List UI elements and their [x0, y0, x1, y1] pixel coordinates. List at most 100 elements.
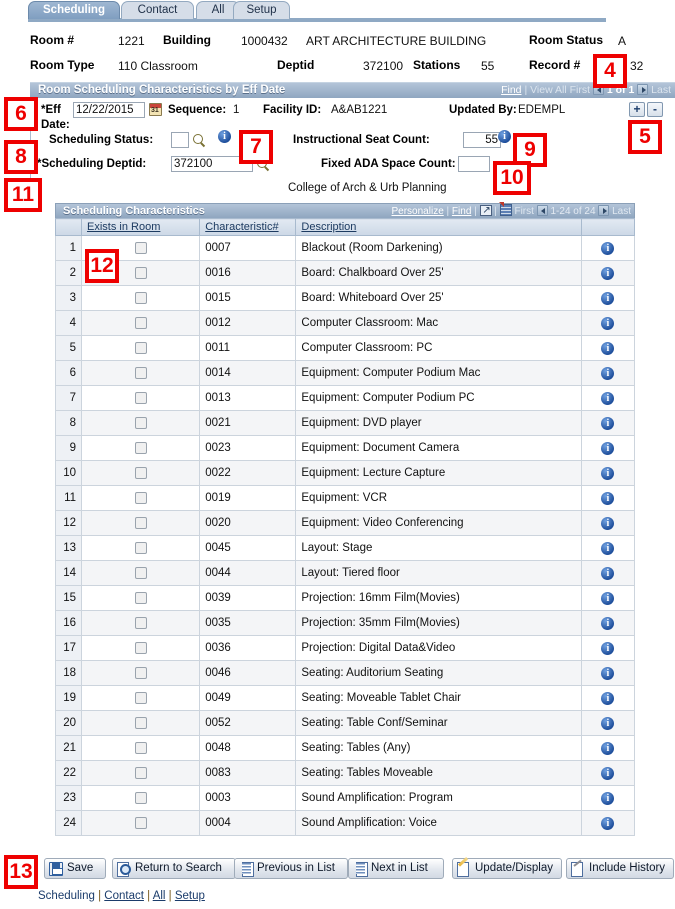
info-icon[interactable] — [601, 291, 615, 305]
exists-in-room-checkbox[interactable] — [134, 616, 147, 629]
seat-count-info-icon[interactable] — [498, 130, 511, 143]
section-view-all-link[interactable]: View All — [530, 84, 567, 96]
return-to-search-button[interactable]: Return to Search — [112, 858, 236, 879]
exists-in-room-checkbox[interactable] — [134, 491, 147, 504]
eff-date-input[interactable] — [73, 102, 145, 118]
info-icon[interactable] — [601, 791, 615, 805]
info-icon[interactable] — [601, 716, 615, 730]
exists-in-room-checkbox[interactable] — [134, 291, 147, 304]
info-icon[interactable] — [601, 816, 615, 830]
col-description-link[interactable]: Description — [301, 221, 356, 233]
add-row-button[interactable]: + — [629, 102, 645, 117]
info-icon[interactable] — [601, 441, 615, 455]
info-icon[interactable] — [601, 466, 615, 480]
exists-in-room-checkbox[interactable] — [134, 791, 147, 804]
exists-in-room-checkbox[interactable] — [134, 341, 147, 354]
scheduling-status-info-icon[interactable] — [218, 130, 231, 143]
include-history-button[interactable]: Include History — [566, 858, 674, 879]
exists-in-room-checkbox[interactable] — [134, 316, 147, 329]
exists-in-room-checkbox[interactable] — [134, 541, 147, 554]
expand-grid-icon[interactable] — [479, 203, 493, 218]
exists-in-room-checkbox[interactable] — [134, 566, 147, 579]
grid-next-arrow-icon[interactable] — [598, 205, 610, 216]
info-icon[interactable] — [601, 241, 615, 255]
next-in-list-button[interactable]: Next in List — [348, 858, 444, 879]
save-button[interactable]: Save — [44, 858, 106, 879]
info-icon[interactable] — [601, 541, 615, 555]
info-icon[interactable] — [601, 266, 615, 280]
info-icon[interactable] — [601, 566, 615, 580]
exists-in-room-checkbox[interactable] — [134, 391, 147, 404]
exists-in-room-checkbox[interactable] — [134, 816, 147, 829]
grid-prev-arrow-icon[interactable] — [536, 205, 548, 216]
footer-link-setup[interactable]: Setup — [175, 890, 205, 902]
section-find-link[interactable]: Find — [501, 84, 521, 96]
info-icon[interactable] — [601, 766, 615, 780]
section-first-label[interactable]: First — [570, 84, 590, 96]
tab-contact[interactable]: Contact — [121, 1, 194, 19]
info-icon[interactable] — [601, 516, 615, 530]
download-spreadsheet-icon[interactable] — [498, 202, 512, 216]
info-icon[interactable] — [601, 491, 615, 505]
grid-first-label[interactable]: First — [514, 206, 533, 217]
characteristic-number: 0021 — [199, 410, 297, 436]
info-icon[interactable] — [601, 741, 615, 755]
info-icon[interactable] — [601, 616, 615, 630]
deptid-label: Deptid — [277, 58, 315, 72]
table-row: 4 0012 Computer Classroom: Mac — [54, 310, 636, 336]
section-next-arrow-icon[interactable] — [637, 84, 649, 95]
info-icon[interactable] — [601, 366, 615, 380]
tab-scheduling[interactable]: Scheduling — [28, 1, 120, 19]
grid-find-link[interactable]: Find — [452, 206, 471, 217]
calendar-icon[interactable] — [149, 103, 162, 116]
tab-setup[interactable]: Setup — [233, 1, 290, 19]
exists-in-room-checkbox[interactable] — [134, 366, 147, 379]
info-icon[interactable] — [601, 666, 615, 680]
exists-in-room-checkbox[interactable] — [134, 441, 147, 454]
exists-in-room-cell — [81, 685, 201, 711]
exists-in-room-checkbox[interactable] — [134, 266, 147, 279]
exists-in-room-checkbox[interactable] — [134, 741, 147, 754]
exists-in-room-checkbox[interactable] — [134, 641, 147, 654]
col-exists-in-room-link[interactable]: Exists in Room — [87, 221, 160, 233]
update-display-button[interactable]: Update/Display — [452, 858, 562, 879]
characteristic-description: Seating: Table Conf/Seminar — [295, 710, 582, 736]
info-icon[interactable] — [601, 691, 615, 705]
exists-in-room-cell — [81, 585, 201, 611]
info-icon[interactable] — [601, 341, 615, 355]
scheduling-status-input[interactable] — [171, 132, 189, 148]
exists-in-room-checkbox[interactable] — [134, 516, 147, 529]
fixed-ada-space-count-input[interactable] — [458, 156, 490, 172]
info-icon[interactable] — [601, 316, 615, 330]
instructional-seat-count-input[interactable] — [463, 132, 501, 148]
section-last-label[interactable]: Last — [651, 84, 671, 96]
exists-in-room-checkbox[interactable] — [134, 691, 147, 704]
info-icon[interactable] — [601, 591, 615, 605]
exists-in-room-checkbox[interactable] — [134, 766, 147, 779]
exists-in-room-checkbox[interactable] — [134, 591, 147, 604]
grid-personalize-link[interactable]: Personalize — [392, 206, 444, 217]
scheduling-status-lookup-icon[interactable] — [192, 133, 206, 147]
footer-link-all[interactable]: All — [153, 890, 166, 902]
exists-in-room-checkbox[interactable] — [134, 666, 147, 679]
footer-link-contact[interactable]: Contact — [104, 890, 144, 902]
grid-last-label[interactable]: Last — [612, 206, 631, 217]
annotation-callout-8: 8 — [4, 140, 38, 174]
exists-in-room-checkbox[interactable] — [134, 241, 147, 254]
exists-in-room-checkbox[interactable] — [134, 466, 147, 479]
row-number: 21 — [54, 735, 83, 761]
info-icon[interactable] — [601, 391, 615, 405]
exists-in-room-cell — [81, 435, 201, 461]
characteristic-number: 0014 — [199, 360, 297, 386]
exists-in-room-checkbox[interactable] — [134, 416, 147, 429]
info-icon[interactable] — [601, 416, 615, 430]
previous-in-list-button[interactable]: Previous in List — [234, 858, 348, 879]
updated-by-value: EDEMPL — [518, 104, 566, 116]
exists-in-room-checkbox[interactable] — [134, 716, 147, 729]
col-characteristic-link[interactable]: Characteristic# — [205, 221, 278, 233]
info-icon[interactable] — [601, 641, 615, 655]
delete-row-button[interactable]: - — [647, 102, 663, 117]
footer-link-scheduling[interactable]: Scheduling — [38, 890, 95, 902]
row-info-cell — [580, 460, 636, 486]
row-number: 3 — [54, 285, 83, 311]
